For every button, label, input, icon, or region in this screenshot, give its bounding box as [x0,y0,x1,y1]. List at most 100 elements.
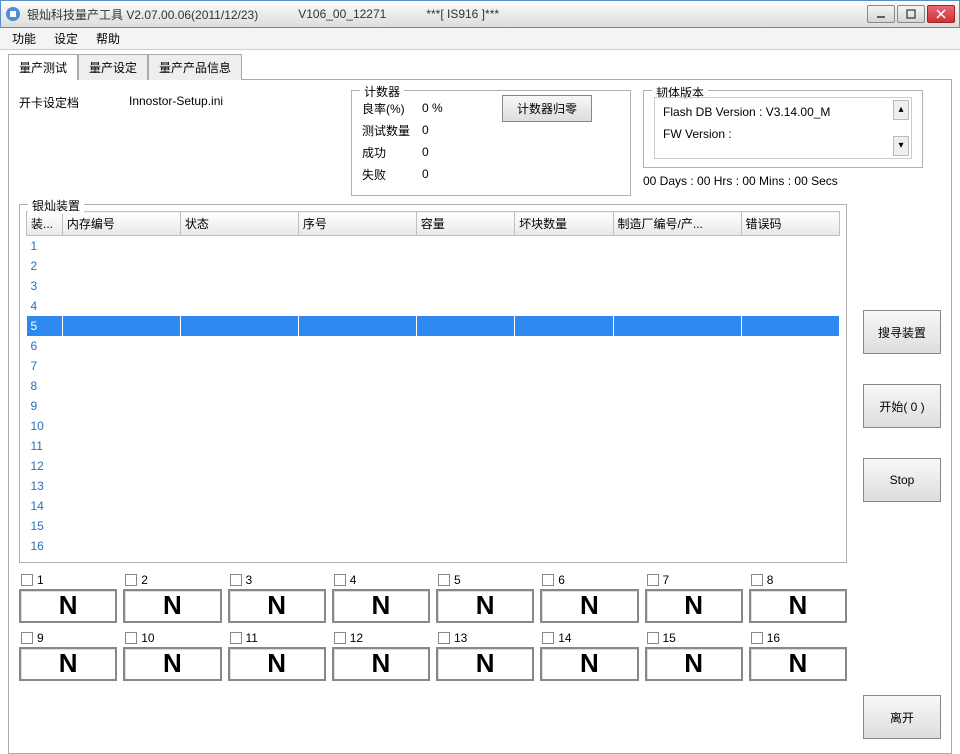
slots-grid: 1N2N3N4N5N6N7N8N9N10N11N12N13N14N15N16N [19,571,847,681]
counter-fieldset: 计数器 良率(%) 0 % 计数器归零 测试数量 0 成功 0 失败 0 [351,90,631,196]
table-row[interactable]: 16 [27,536,840,556]
slot-checkbox[interactable] [230,632,242,644]
slot-status: N [749,647,847,681]
table-row[interactable]: 6 [27,336,840,356]
table-row[interactable]: 10 [27,416,840,436]
side-button-group: 搜寻装置 开始( 0 ) Stop [863,310,941,502]
rate-value: 0 % [422,101,482,115]
window-title-suffix: ***[ IS916 ]*** [426,7,499,21]
tab-mp-setting[interactable]: 量产设定 [78,54,148,80]
slot-checkbox[interactable] [751,574,763,586]
menu-help[interactable]: 帮助 [88,28,128,49]
table-row[interactable]: 2 [27,256,840,276]
scroll-down-icon[interactable]: ▾ [893,136,909,156]
slot-checkbox[interactable] [334,574,346,586]
table-row[interactable]: 7 [27,356,840,376]
slot-number: 7 [663,573,670,587]
slot-checkbox[interactable] [438,574,450,586]
device-col-header[interactable]: 错误码 [741,212,839,236]
slot-number: 3 [246,573,253,587]
tab-content: 开卡设定档 Innostor-Setup.ini 计数器 良率(%) 0 % 计… [8,80,952,754]
slot-checkbox[interactable] [751,632,763,644]
slot-number: 9 [37,631,44,645]
tested-label: 测试数量 [362,122,422,139]
success-value: 0 [422,145,482,159]
slot-status: N [332,647,430,681]
table-row[interactable]: 15 [27,516,840,536]
device-col-header[interactable]: 内存编号 [62,212,180,236]
table-row[interactable]: 1 [27,236,840,256]
tab-mp-test[interactable]: 量产测试 [8,54,78,80]
slot-status: N [123,589,221,623]
scan-device-button[interactable]: 搜寻装置 [863,310,941,354]
slot: 3N [228,571,326,623]
slot-checkbox[interactable] [21,574,33,586]
slot-number: 14 [558,631,571,645]
slot-status: N [228,647,326,681]
slot: 16N [749,629,847,681]
slot: 10 N [123,629,221,681]
slot-status: N [540,647,638,681]
exit-button[interactable]: 离开 [863,695,941,739]
table-row[interactable]: 13 [27,476,840,496]
slot-status: N [123,647,221,681]
stop-button[interactable]: Stop [863,458,941,502]
menu-settings[interactable]: 设定 [46,28,86,49]
slot-checkbox[interactable] [647,574,659,586]
table-row[interactable]: 14 [27,496,840,516]
tab-mp-product[interactable]: 量产产品信息 [148,54,242,80]
device-col-header[interactable]: 序号 [298,212,416,236]
slot: 11N [228,629,326,681]
table-row[interactable]: 8 [27,376,840,396]
slot: 5N [436,571,534,623]
close-button[interactable] [927,5,955,23]
window-title: 银灿科技量产工具 V2.07.00.06(2011/12/23) [27,6,258,23]
start-button[interactable]: 开始( 0 ) [863,384,941,428]
slot-status: N [19,647,117,681]
slot-number: 4 [350,573,357,587]
slot-checkbox[interactable] [125,632,137,644]
table-row[interactable]: 5 [27,316,840,336]
slot-number: 15 [663,631,676,645]
device-col-header[interactable]: 装... [27,212,63,236]
slot-checkbox[interactable] [125,574,137,586]
table-row[interactable]: 11 [27,436,840,456]
slot-checkbox[interactable] [542,574,554,586]
slot-number: 10 [141,631,154,645]
device-legend: 银灿装置 [28,197,84,214]
slot-status: N [540,589,638,623]
maximize-button[interactable] [897,5,925,23]
setup-file-name: Innostor-Setup.ini [129,94,223,111]
device-col-header[interactable]: 容量 [416,212,514,236]
table-row[interactable]: 9 [27,396,840,416]
table-row[interactable]: 3 [27,276,840,296]
slot-status: N [645,589,743,623]
minimize-button[interactable] [867,5,895,23]
slot-checkbox[interactable] [647,632,659,644]
slot-checkbox[interactable] [438,632,450,644]
scroll-up-icon[interactable]: ▴ [893,100,909,120]
firmware-fieldset: 韧体版本 Flash DB Version : V3.14.00_M FW Ve… [643,90,923,168]
slot-status: N [228,589,326,623]
table-row[interactable]: 4 [27,296,840,316]
slot-number: 8 [767,573,774,587]
menu-function[interactable]: 功能 [4,28,44,49]
slot: 13N [436,629,534,681]
tab-strip: 量产测试 量产设定 量产产品信息 [8,54,952,80]
slot-status: N [436,589,534,623]
counter-reset-button[interactable]: 计数器归零 [502,95,592,122]
slot-checkbox[interactable] [542,632,554,644]
device-col-header[interactable]: 坏块数量 [515,212,613,236]
slot-status: N [19,589,117,623]
slot-number: 6 [558,573,565,587]
slot-checkbox[interactable] [334,632,346,644]
success-label: 成功 [362,144,422,161]
setup-file-row: 开卡设定档 Innostor-Setup.ini [19,90,339,111]
window-controls [867,5,955,23]
slot-checkbox[interactable] [21,632,33,644]
slot-checkbox[interactable] [230,574,242,586]
device-col-header[interactable]: 状态 [180,212,298,236]
device-col-header[interactable]: 制造厂编号/产... [613,212,741,236]
table-row[interactable]: 12 [27,456,840,476]
slot: 1N [19,571,117,623]
